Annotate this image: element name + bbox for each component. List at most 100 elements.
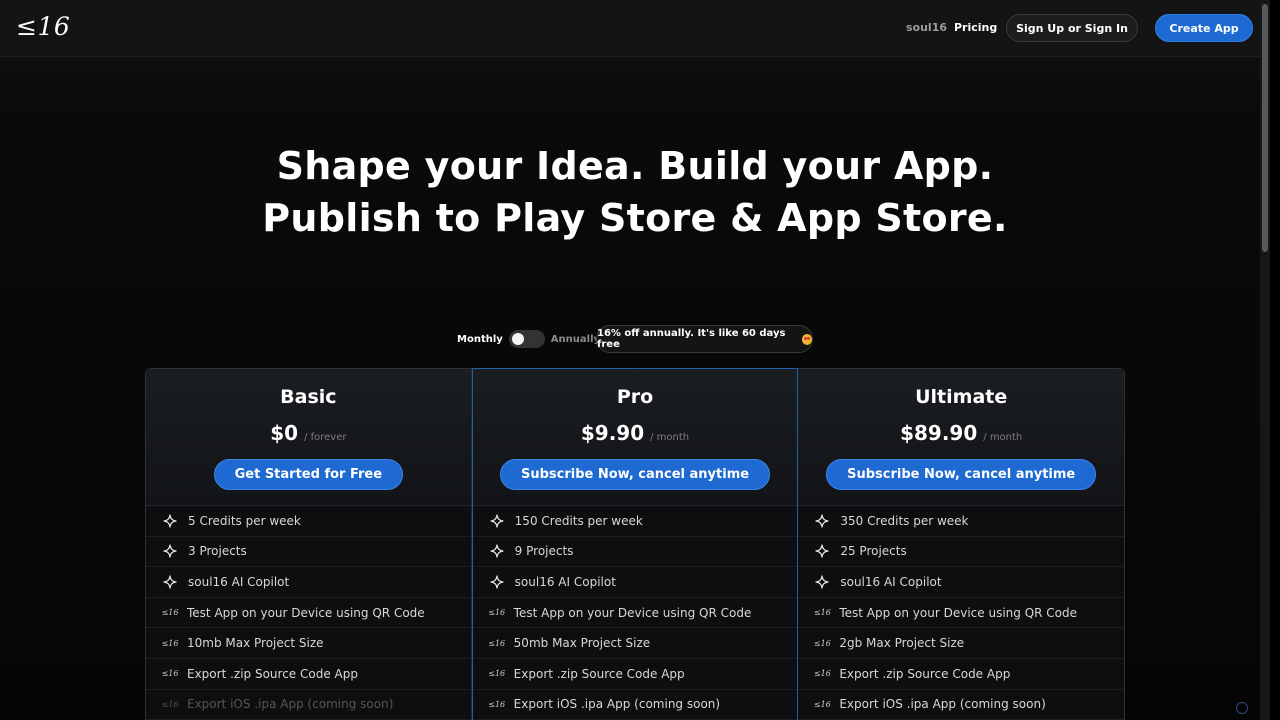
plan-feature-list: 150 Credits per week 9 Projects soul16 AI … (472, 506, 798, 720)
create-app-button[interactable]: Create App (1155, 14, 1253, 42)
s16-logo-icon: ≤16 (488, 608, 506, 618)
plan-cta-button[interactable]: Subscribe Now, cancel anytime (499, 459, 771, 490)
feature-text: Export iOS .ipa App (coming soon) (513, 697, 721, 712)
sparkle-icon (162, 574, 178, 590)
sparkle-icon (489, 513, 505, 529)
feature-item: ≤16 Export .zip Source Code App (798, 659, 1125, 690)
s16-logo-icon: ≤16 (813, 699, 831, 709)
feature-text: 2gb Max Project Size (839, 636, 965, 651)
feature-text: soul16 AI Copilot (514, 574, 616, 589)
billing-period-toggle[interactable] (508, 330, 545, 348)
billing-toggle-group: Monthly Annually (457, 326, 600, 352)
feature-item: 3 Projects (146, 537, 471, 568)
feature-text: Export iOS .ipa App (coming soon) (187, 697, 394, 712)
sparkle-icon (814, 513, 830, 529)
hero-heading: Shape your Idea. Build your App. Publish… (0, 140, 1270, 244)
s16-logo-icon: ≤16 (488, 638, 506, 648)
feature-text: Export .zip Source Code App (839, 666, 1011, 681)
s16-logo-icon: ≤16 (488, 699, 506, 709)
pricing-table: Basic $0 / forever Get Started for Free 5 Cr… (145, 368, 1125, 720)
feature-item: ≤16 10mb Max Project Size (146, 628, 471, 659)
feature-item: ≤16 2gb Max Project Size (798, 628, 1125, 659)
plan-card-basic: Basic $0 / forever Get Started for Free 5 Cr… (146, 369, 472, 720)
feature-text: Test App on your Device using QR Code (187, 605, 425, 620)
feature-item: soul16 AI Copilot (146, 567, 471, 598)
s16-logo-icon: ≤16 (813, 608, 831, 618)
feature-item: 9 Projects (472, 537, 798, 568)
feature-text: 3 Projects (188, 544, 247, 559)
s16-logo-icon: ≤16 (488, 669, 506, 679)
feature-item: 150 Credits per week (472, 506, 798, 537)
feature-text: soul16 AI Copilot (188, 574, 290, 589)
sparkle-icon (489, 574, 505, 590)
plan-name: Pro (616, 386, 654, 408)
plan-cta-button[interactable]: Subscribe Now, cancel anytime (826, 459, 1097, 490)
plan-price-row: $0 / forever (146, 421, 471, 449)
star-struck-emoji-icon (801, 333, 812, 345)
plan-price-row: $9.90 / month (473, 421, 798, 449)
feature-text: 10mb Max Project Size (187, 636, 324, 651)
plan-header: Ultimate $89.90 / month Subscribe Now, canc… (798, 369, 1125, 506)
page-scrollbar[interactable] (1260, 0, 1270, 720)
watermark-icon (1236, 702, 1248, 714)
plan-period: / forever (304, 432, 347, 443)
hero-line-2: Publish to Play Store & App Store. (262, 196, 1008, 240)
s16-logo-icon: ≤16 (813, 669, 831, 679)
feature-text: 50mb Max Project Size (513, 636, 651, 651)
feature-text: Test App on your Device using QR Code (513, 605, 752, 620)
sign-in-button[interactable]: Sign Up or Sign In (1006, 14, 1138, 42)
nav-link-soul16[interactable]: soul16 (906, 21, 947, 34)
plan-feature-list: 350 Credits per week 25 Projects soul16 AI… (798, 506, 1125, 720)
site-logo[interactable]: ≤16 (16, 12, 70, 41)
plan-card-ultimate: Ultimate $89.90 / month Subscribe Now, canc… (798, 369, 1125, 720)
feature-text: 5 Credits per week (188, 513, 301, 528)
promo-text: 16% off annually. It's like 60 days free (597, 328, 786, 350)
page: ≤16 soul16 Pricing Sign Up or Sign In Cr… (0, 0, 1270, 720)
sparkle-icon (814, 543, 830, 559)
plan-cta-button[interactable]: Get Started for Free (213, 459, 404, 490)
feature-item: ≤16 Export iOS .ipa App (coming soon) (798, 690, 1125, 720)
sparkle-icon (489, 543, 505, 559)
watermark (1236, 702, 1252, 714)
scrollbar-thumb[interactable] (1262, 4, 1268, 252)
billing-monthly-label[interactable]: Monthly (457, 334, 503, 345)
feature-item: ≤16 Export iOS .ipa App (coming soon) (146, 690, 471, 720)
feature-item: ≤16 Export iOS .ipa App (coming soon) (472, 690, 798, 720)
feature-item: ≤16 Test App on your Device using QR Code (472, 598, 798, 629)
s16-logo-icon: ≤16 (161, 669, 179, 679)
s16-logo-icon: ≤16 (161, 699, 179, 709)
sparkle-icon (162, 513, 178, 529)
feature-item: soul16 AI Copilot (472, 567, 798, 598)
feature-item: ≤16 Export .zip Source Code App (146, 659, 471, 690)
feature-text: Test App on your Device using QR Code (839, 605, 1078, 620)
s16-logo-icon: ≤16 (161, 608, 179, 618)
annual-discount-badge: 16% off annually. It's like 60 days free (596, 325, 813, 353)
feature-text: 150 Credits per week (514, 513, 643, 528)
plan-feature-list: 5 Credits per week 3 Projects soul16 AI Co… (146, 506, 471, 720)
feature-text: Export iOS .ipa App (coming soon) (839, 697, 1046, 712)
feature-item: 25 Projects (798, 537, 1125, 568)
top-navbar: ≤16 soul16 Pricing Sign Up or Sign In Cr… (0, 0, 1270, 57)
feature-item: ≤16 Test App on your Device using QR Code (798, 598, 1125, 629)
sparkle-icon (814, 574, 830, 590)
feature-item: 5 Credits per week (146, 506, 471, 537)
s16-logo-icon: ≤16 (813, 638, 831, 648)
nav-link-pricing[interactable]: Pricing (954, 21, 997, 34)
plan-card-pro: Pro $9.90 / month Subscribe Now, cancel any… (471, 368, 799, 720)
billing-annually-label[interactable]: Annually (551, 334, 600, 345)
plan-price: $0 (270, 421, 299, 445)
feature-text: 9 Projects (514, 544, 574, 559)
feature-text: 350 Credits per week (840, 513, 969, 528)
plan-period: / month (983, 432, 1023, 443)
feature-text: Export .zip Source Code App (187, 666, 358, 681)
toggle-knob (511, 333, 524, 345)
plan-price: $89.90 (900, 421, 978, 445)
feature-text: 25 Projects (840, 544, 907, 559)
plan-header: Pro $9.90 / month Subscribe Now, cancel any… (472, 369, 798, 506)
plan-period: / month (650, 432, 690, 443)
feature-text: soul16 AI Copilot (840, 574, 942, 589)
feature-item: ≤16 50mb Max Project Size (472, 628, 798, 659)
plan-name: Ultimate (915, 386, 1008, 408)
plan-name: Basic (280, 386, 337, 408)
sparkle-icon (162, 543, 178, 559)
